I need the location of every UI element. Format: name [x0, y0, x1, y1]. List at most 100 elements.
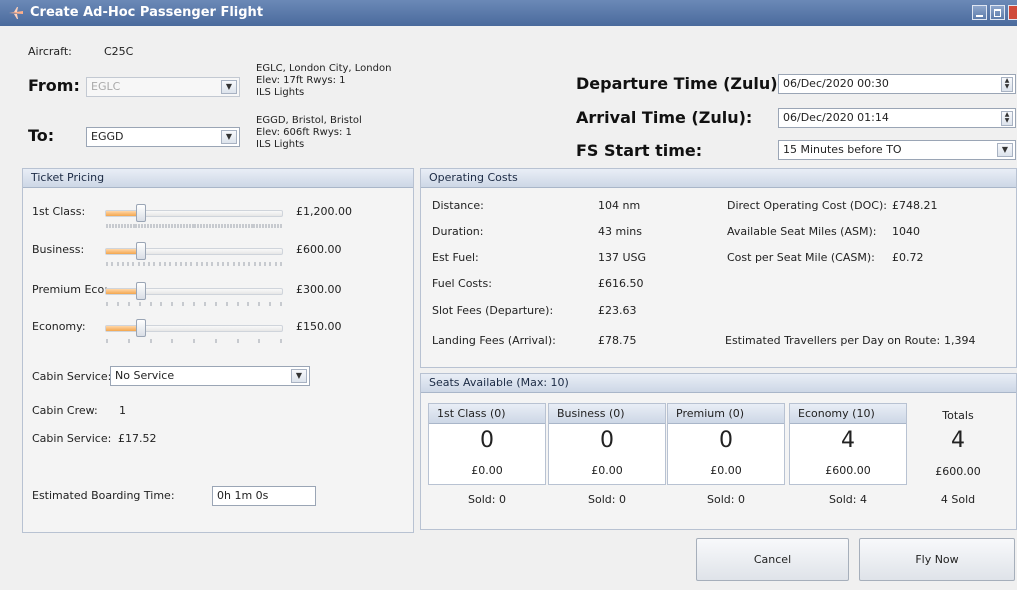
opcost-value: £78.75: [598, 334, 637, 347]
minimize-button[interactable]: [972, 5, 987, 20]
price-slider-thumb[interactable]: [136, 204, 146, 222]
departure-time-label: Departure Time (Zulu):: [576, 74, 785, 93]
aircraft-value: C25C: [104, 45, 134, 58]
opcost-label: Available Seat Miles (ASM):: [727, 225, 877, 238]
opcost-value: 104 nm: [598, 199, 641, 212]
to-airport-select[interactable]: EGGD ▼: [86, 127, 240, 147]
to-airport-value: EGGD: [91, 130, 124, 143]
from-airport-info: EGLC, London City, London Elev: 17ft Rwy…: [256, 63, 391, 99]
seat-class-amount: £0.00: [710, 464, 742, 477]
totals-amount: £600.00: [935, 465, 981, 478]
chevron-down-icon[interactable]: ▼: [291, 369, 307, 383]
opcost-label: Landing Fees (Arrival):: [432, 334, 556, 347]
from-info-line: Elev: 17ft Rwys: 1: [256, 75, 346, 86]
from-info-line: ILS Lights: [256, 87, 305, 98]
fly-now-button[interactable]: Fly Now: [859, 538, 1015, 581]
price-slider-thumb[interactable]: [136, 319, 146, 337]
opcost-value: 43 mins: [598, 225, 642, 238]
to-info-line: ILS Lights: [256, 139, 305, 150]
opcost-label: Distance:: [432, 199, 484, 212]
maximize-button[interactable]: [990, 5, 1005, 20]
cabin-service-label: Cabin Service:: [32, 370, 112, 383]
seat-class-card: Premium (0) 0 £0.00: [667, 403, 785, 485]
fs-start-value: 15 Minutes before TO: [783, 143, 902, 156]
cancel-button[interactable]: Cancel: [696, 538, 849, 581]
chevron-down-icon[interactable]: ▼: [221, 80, 237, 94]
ticket-pricing-header: Ticket Pricing: [23, 169, 413, 188]
seat-class-title: 1st Class (0): [429, 404, 545, 424]
price-slider-thumb[interactable]: [136, 242, 146, 260]
opcost-label: Direct Operating Cost (DOC):: [727, 199, 887, 212]
operating-costs-header: Operating Costs: [421, 169, 1016, 188]
seat-class-count: 4: [841, 428, 855, 453]
opcost-value: £748.21: [892, 199, 938, 212]
slider-ticks: [106, 224, 282, 228]
cabin-service-cost-label: Cabin Service:: [32, 432, 112, 445]
to-label: To:: [28, 126, 55, 145]
seat-class-sold: Sold: 0: [468, 493, 506, 506]
travellers-value: 1,394: [944, 334, 976, 347]
seat-class-sold: Sold: 0: [707, 493, 745, 506]
price-row-label: Premium Eco:: [32, 283, 108, 296]
opcost-label: Duration:: [432, 225, 484, 238]
price-row-label: 1st Class:: [32, 205, 86, 218]
to-info-line: EGGD, Bristol, Bristol: [256, 115, 362, 126]
close-button[interactable]: [1008, 5, 1017, 20]
departure-time-input[interactable]: 06/Dec/2020 00:30 ▲ ▼: [778, 74, 1016, 94]
slider-ticks: [106, 302, 282, 306]
arrival-time-label: Arrival Time (Zulu):: [576, 108, 753, 127]
price-row-label: Business:: [32, 243, 85, 256]
seat-class-amount: £600.00: [825, 464, 871, 477]
airplane-icon: [9, 7, 23, 19]
seat-class-sold: Sold: 4: [829, 493, 867, 506]
seat-class-count: 0: [719, 428, 733, 453]
seat-class-count: 0: [480, 428, 494, 453]
price-row-value: £600.00: [296, 243, 342, 256]
opcost-label: Est Fuel:: [432, 251, 479, 264]
cabin-service-value: No Service: [115, 369, 175, 382]
price-slider[interactable]: [105, 288, 283, 295]
price-row-value: £150.00: [296, 320, 342, 333]
seats-header: Seats Available (Max: 10): [421, 374, 1016, 393]
cabin-service-select[interactable]: No Service ▼: [110, 366, 310, 386]
to-airport-info: EGGD, Bristol, Bristol Elev: 606ft Rwys:…: [256, 115, 362, 151]
seat-class-title: Economy (10): [790, 404, 906, 424]
from-label: From:: [28, 76, 80, 95]
opcost-value: 137 USG: [598, 251, 647, 264]
seat-class-sold: Sold: 0: [588, 493, 626, 506]
price-slider[interactable]: [105, 210, 283, 217]
to-info-line: Elev: 606ft Rwys: 1: [256, 127, 352, 138]
spinner-icon[interactable]: ▲ ▼: [1001, 77, 1013, 92]
price-slider-thumb[interactable]: [136, 282, 146, 300]
window-title: Create Ad-Hoc Passenger Flight: [30, 5, 264, 20]
arrival-time-input[interactable]: 06/Dec/2020 01:14 ▲ ▼: [778, 108, 1016, 128]
seat-class-amount: £0.00: [591, 464, 623, 477]
price-row-value: £300.00: [296, 283, 342, 296]
travellers-label: Estimated Travellers per Day on Route:: [725, 334, 941, 347]
seat-class-amount: £0.00: [471, 464, 503, 477]
totals-sold: 4 Sold: [940, 493, 976, 506]
seat-class-card: 1st Class (0) 0 £0.00: [428, 403, 546, 485]
chevron-down-icon[interactable]: ▼: [997, 143, 1013, 157]
from-info-line: EGLC, London City, London: [256, 63, 392, 74]
cabin-service-cost-value: £17.52: [118, 432, 157, 445]
seat-class-count: 0: [600, 428, 614, 453]
seat-class-title: Business (0): [549, 404, 665, 424]
from-airport-value: EGLC: [91, 80, 121, 93]
opcost-label: Fuel Costs:: [432, 277, 492, 290]
cabin-crew-label: Cabin Crew:: [32, 404, 98, 417]
price-slider[interactable]: [105, 325, 283, 332]
slider-ticks: [106, 339, 282, 343]
spinner-icon[interactable]: ▲ ▼: [1001, 111, 1013, 126]
chevron-down-icon[interactable]: ▼: [221, 130, 237, 144]
from-airport-select[interactable]: EGLC ▼: [86, 77, 240, 97]
boarding-time-value: 0h 1m 0s: [217, 489, 269, 502]
title-bar: Create Ad-Hoc Passenger Flight: [0, 0, 1017, 26]
boarding-time-input[interactable]: 0h 1m 0s: [212, 486, 316, 506]
arrival-time-value: 06/Dec/2020 01:14: [783, 111, 889, 124]
price-slider[interactable]: [105, 248, 283, 255]
price-row-value: £1,200.00: [296, 205, 352, 218]
opcost-value: £0.72: [892, 251, 924, 264]
cabin-crew-value: 1: [119, 404, 126, 417]
fs-start-select[interactable]: 15 Minutes before TO ▼: [778, 140, 1016, 160]
